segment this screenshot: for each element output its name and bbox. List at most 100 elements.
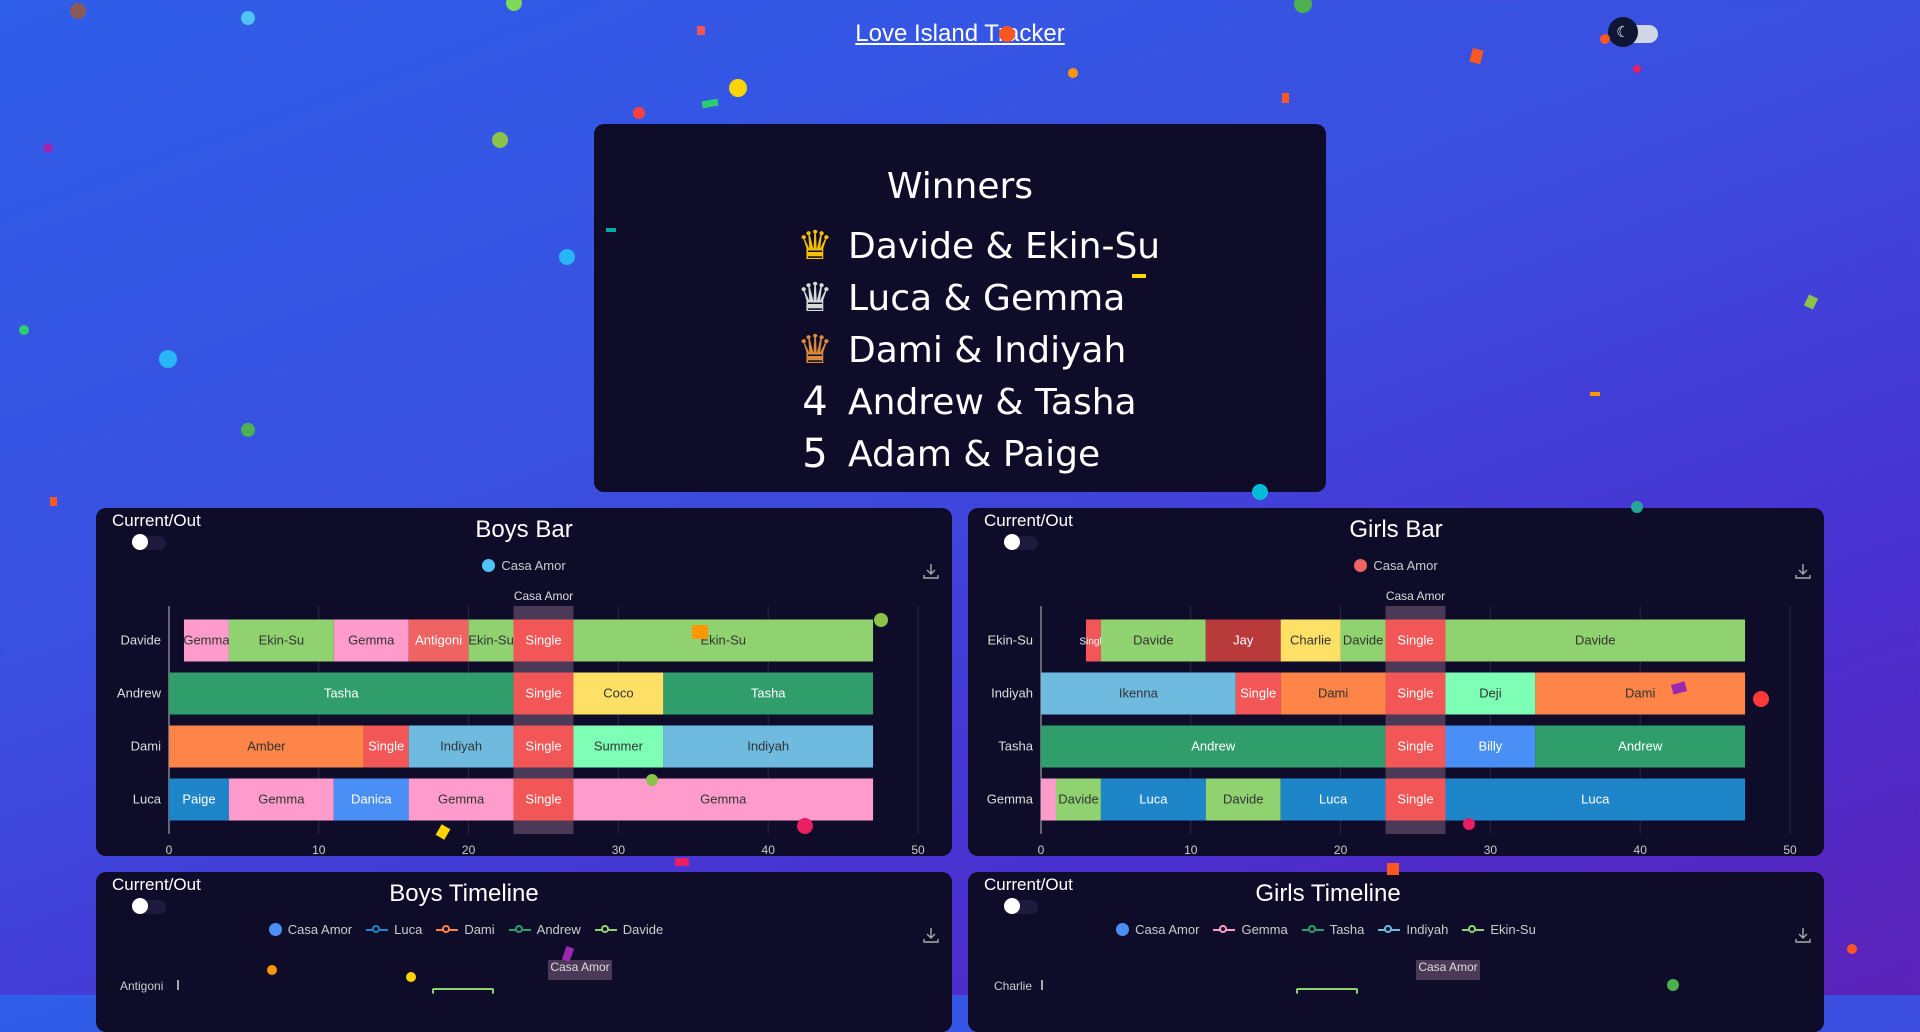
- legend-label: Casa Amor: [287, 922, 353, 937]
- x-tick-label: 0: [1038, 843, 1045, 856]
- axis-line: [1041, 980, 1043, 990]
- winners-panel: Winners ♛ Davide & Ekin-Su ♛ Luca & Gemm…: [594, 124, 1326, 492]
- y-category-label: Andrew: [117, 686, 162, 701]
- legend-item[interactable]: Indiyah: [1378, 922, 1448, 937]
- bar-segment-label: Gemma: [700, 792, 747, 807]
- x-tick-label: 40: [762, 843, 776, 856]
- bar-segment-label: Davide: [1575, 633, 1615, 648]
- axis-label: Antigoni: [120, 979, 164, 993]
- bar-segment-label: Gemma: [258, 792, 305, 807]
- bar-segment-label: Single: [525, 633, 561, 648]
- bar-segment-label: Single: [525, 792, 561, 807]
- legend-line: [1301, 923, 1324, 936]
- bar-segment-label: Paige: [182, 792, 215, 807]
- legend-item[interactable]: Dami: [436, 922, 495, 937]
- bar-segment-label: Gemma: [348, 633, 395, 648]
- y-category-label: Dami: [131, 739, 161, 754]
- bar-segment-label: Ekin-Su: [259, 633, 305, 648]
- x-tick-label: 30: [612, 843, 626, 856]
- download-icon[interactable]: [922, 926, 940, 944]
- girls-bar-card: Current/Out Girls Bar Casa Amor 0 10 20 30 4…: [968, 508, 1824, 856]
- legend-label: Davide: [622, 922, 664, 937]
- legend-item[interactable]: Casa Amor: [268, 922, 353, 937]
- bar-segment-label: Davide: [1223, 792, 1263, 807]
- x-tick-label: 10: [312, 843, 326, 856]
- casa-amor-label: Casa Amor: [550, 960, 610, 974]
- y-category-label: Ekin-Su: [987, 633, 1033, 648]
- legend-label: Casa Amor: [1135, 922, 1200, 937]
- x-tick-label: 10: [1184, 843, 1198, 856]
- bar-segment-label: Coco: [603, 686, 633, 701]
- legend-label: Gemma: [1241, 922, 1288, 937]
- girls-bar-chart: 0 10 20 30 40 50 Casa Amor Ekin-Su Single Davide J…: [987, 589, 1797, 856]
- boys-bar-card: Current/Out Boys Bar Casa Amor 0 10 20 30 40…: [96, 508, 952, 856]
- legend-label: Luca: [394, 922, 423, 937]
- legend-label: Tasha: [1329, 922, 1365, 937]
- silver-crown-icon: ♛: [797, 275, 833, 321]
- winner-names: Luca & Gemma: [848, 277, 1126, 319]
- x-tick-label: 50: [1783, 843, 1797, 856]
- moon-icon: ☾: [1608, 17, 1638, 47]
- y-category-label: Tasha: [998, 739, 1033, 754]
- bar-segment-label: Single: [1397, 633, 1433, 648]
- timeline-line-ekin-su: [1296, 988, 1358, 994]
- bar-segment-label: Tasha: [324, 686, 359, 701]
- winner-names: Davide & Ekin-Su: [848, 225, 1161, 267]
- app-title-link[interactable]: Love Island Tracker: [855, 20, 1064, 47]
- legend-item[interactable]: Andrew: [508, 922, 581, 937]
- legend-line: [366, 923, 389, 936]
- bar-segment-label: Andrew: [1191, 739, 1236, 754]
- x-tick-label: 0: [166, 843, 173, 856]
- y-category-label: Luca: [133, 792, 162, 807]
- bar-segment-label: Single: [368, 739, 404, 754]
- bar-segment-label: Luca: [1139, 792, 1168, 807]
- legend-item[interactable]: Davide: [594, 922, 664, 937]
- legend-label: Dami: [464, 922, 495, 937]
- legend-item[interactable]: Casa Amor: [1116, 922, 1199, 937]
- casa-amor-label: Casa Amor: [514, 589, 573, 603]
- winner-row: 4 Andrew & Tasha: [790, 376, 1136, 428]
- winner-names: Dami & Indiyah: [848, 329, 1127, 371]
- boys-timeline-card: Current/Out Boys Timeline Casa Amor Luca…: [96, 872, 952, 1032]
- chart-title: Boys Timeline: [389, 880, 539, 907]
- bar-segment-label: Davide: [1058, 792, 1098, 807]
- bar-segment-label: Danica: [351, 792, 392, 807]
- axis-label: Charlie: [994, 979, 1033, 993]
- bar-segment-label: Andrew: [1618, 739, 1663, 754]
- bar-segment-label: Billy: [1478, 739, 1502, 754]
- gold-crown-icon: ♛: [797, 223, 833, 269]
- winners-title: Winners: [886, 166, 1034, 207]
- legend-label: Indiyah: [1406, 922, 1449, 937]
- bar-segment-label: Indiyah: [440, 739, 482, 754]
- bar-segment-label: Single: [1240, 686, 1276, 701]
- bar-segment-label: Luca: [1319, 792, 1348, 807]
- x-tick-label: 20: [462, 843, 476, 856]
- bar-segment-label: Jay: [1233, 633, 1254, 648]
- casa-amor-label: Casa Amor: [1386, 589, 1445, 603]
- chart-title: Girls Timeline: [1255, 880, 1401, 907]
- bar-segment-label: Single: [1397, 792, 1433, 807]
- bar-segment-label: Ikenna: [1119, 686, 1159, 701]
- theme-toggle[interactable]: ☾: [1608, 17, 1662, 47]
- legend-item[interactable]: Gemma: [1213, 922, 1288, 937]
- y-category-label: Davide: [121, 633, 161, 648]
- legend-line: [1213, 923, 1236, 936]
- y-category-label: Gemma: [987, 792, 1034, 807]
- legend-label: Andrew: [536, 922, 581, 937]
- y-category-label: Indiyah: [991, 686, 1033, 701]
- legend-item[interactable]: Tasha: [1301, 922, 1365, 937]
- download-icon[interactable]: [1794, 926, 1812, 944]
- boys-bar-chart: 0 10 20 30 40 50 Casa Amor Davide Gemma Ekin-Su Ge…: [117, 589, 925, 856]
- bar-segment-label: Single: [525, 686, 561, 701]
- bar-segment-label: Gemma: [438, 792, 485, 807]
- bar-segment-label: Davide: [1343, 633, 1383, 648]
- legend-label: Ekin-Su: [1490, 922, 1536, 937]
- legend-line: [508, 923, 531, 936]
- legend-item[interactable]: Luca: [366, 922, 422, 937]
- axis-line: [177, 980, 179, 990]
- winner-row: 5 Adam & Paige: [790, 428, 1100, 480]
- bar-segment-label: Summer: [594, 739, 644, 754]
- bar-segment-label: Dami: [1625, 686, 1655, 701]
- legend-item[interactable]: Ekin-Su: [1462, 922, 1536, 937]
- casa-amor-label: Casa Amor: [1418, 960, 1478, 974]
